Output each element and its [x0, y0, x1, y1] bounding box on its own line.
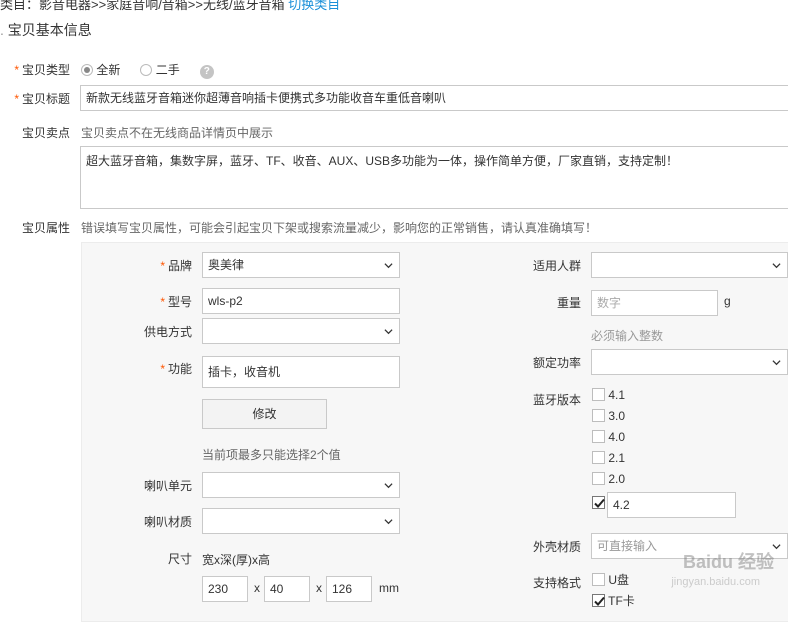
size-sep-1: x	[254, 581, 260, 595]
model-label: * 型号	[160, 295, 192, 309]
chevron-down-icon	[384, 263, 393, 269]
breadcrumb-category: 家庭音响/音箱>>无线/蓝牙音箱	[106, 0, 285, 12]
switch-category-link[interactable]: 切换类目	[288, 0, 340, 12]
speaker-unit-label: 喇叭单元	[143, 479, 192, 493]
size-label: 尺寸	[167, 552, 192, 566]
power-supply-select[interactable]	[202, 318, 400, 344]
attributes-label: 宝贝属性	[21, 221, 70, 235]
checkbox-checked[interactable]	[592, 496, 605, 509]
function-hint: 当前项最多只能选择2个值	[202, 448, 341, 462]
brand-select[interactable]: 奥美律	[202, 252, 400, 278]
selling-point-textarea[interactable]: 超大蓝牙音箱，集数字屏，蓝牙、TF、收音、AUX、USB多功能为一体，操作简单方…	[80, 146, 788, 209]
radio-used-label: 二手	[155, 63, 180, 77]
formats-label: 支持格式	[532, 576, 581, 590]
title-label: * 宝贝标题	[14, 92, 70, 106]
size-width-input[interactable]: 230	[202, 576, 248, 602]
chevron-down-icon	[772, 360, 781, 366]
baidu-watermark-url: jingyan.baidu.com	[671, 576, 760, 588]
checkbox[interactable]	[592, 451, 605, 464]
bt-other-input[interactable]: 4.2	[607, 492, 736, 518]
model-input[interactable]: wls-p2	[202, 288, 400, 314]
size-hint: 宽x深(厚)x高	[202, 553, 270, 567]
title-input[interactable]: 新款无线蓝牙音箱迷你超薄音响插卡便携式多功能收音车重低音喇叭	[80, 85, 788, 111]
chevron-down-icon	[384, 483, 393, 489]
chevron-down-icon	[384, 329, 393, 335]
chevron-down-icon	[772, 263, 781, 269]
bt-option-3-0[interactable]: 3.0	[592, 409, 625, 423]
speaker-material-label: 喇叭材质	[143, 515, 192, 529]
bluetooth-label: 蓝牙版本	[532, 393, 581, 407]
attributes-warning: 错误填写宝贝属性，可能会引起宝贝下架或搜索流量减少，影响您的正常销售，请认真准确…	[81, 221, 598, 235]
checkmark-icon	[594, 596, 605, 606]
bt-other-checkbox[interactable]	[592, 496, 605, 510]
section-title: . 宝贝基本信息	[0, 22, 92, 38]
weight-label: 重量	[556, 296, 581, 310]
checkbox[interactable]	[592, 409, 605, 422]
function-input[interactable]: 插卡，收音机	[202, 356, 400, 388]
baidu-watermark: Baidu 经验	[682, 552, 774, 572]
power-supply-label: 供电方式	[143, 325, 192, 339]
size-depth-input[interactable]: 40	[264, 576, 310, 602]
breadcrumb-prefix: 类目：影音电器>>	[0, 0, 107, 12]
shell-material-label: 外壳材质	[532, 540, 581, 554]
checkbox[interactable]	[592, 388, 605, 401]
breadcrumb: 类目：影音电器>>家庭音响/音箱>>无线/蓝牙音箱 切换类目	[0, 0, 340, 13]
type-options: 全新 二手 ?	[81, 61, 214, 79]
selling-point-label: 宝贝卖点	[21, 126, 70, 140]
speaker-material-select[interactable]	[202, 508, 400, 534]
format-option-usb[interactable]: U盘	[592, 571, 629, 588]
audience-label: 适用人群	[532, 259, 581, 273]
speaker-unit-select[interactable]	[202, 472, 400, 498]
bt-option-4-0[interactable]: 4.0	[592, 430, 625, 444]
bt-option-2-1[interactable]: 2.1	[592, 451, 625, 465]
checkbox[interactable]	[592, 573, 605, 586]
radio-new[interactable]	[81, 64, 93, 76]
brand-label: * 品牌	[160, 259, 192, 273]
size-height-input[interactable]: 126	[326, 576, 372, 602]
chevron-down-icon	[384, 519, 393, 525]
bt-option-2-0[interactable]: 2.0	[592, 472, 625, 486]
size-sep-2: x	[316, 581, 322, 595]
help-icon[interactable]: ?	[199, 65, 214, 79]
checkmark-icon	[594, 498, 605, 508]
checkbox[interactable]	[592, 430, 605, 443]
checkbox-checked[interactable]	[592, 594, 605, 607]
function-label: * 功能	[160, 362, 192, 376]
audience-select[interactable]	[591, 252, 788, 278]
radio-used[interactable]	[140, 64, 153, 76]
weight-hint: 必须输入整数	[591, 329, 664, 343]
radio-new-label: 全新	[96, 63, 121, 77]
format-option-tf[interactable]: TF卡	[592, 592, 635, 609]
modify-button[interactable]: 修改	[202, 399, 327, 429]
checkbox[interactable]	[592, 472, 605, 485]
type-label: * 宝贝类型	[14, 63, 70, 77]
rated-power-label: 额定功率	[532, 356, 581, 370]
weight-unit: g	[724, 294, 731, 308]
size-unit: mm	[379, 581, 399, 595]
weight-input[interactable]: 数字	[591, 290, 718, 316]
bt-option-4-1[interactable]: 4.1	[592, 388, 625, 402]
selling-point-hint: 宝贝卖点不在无线商品详情页中展示	[81, 126, 274, 140]
rated-power-select[interactable]	[591, 349, 788, 375]
